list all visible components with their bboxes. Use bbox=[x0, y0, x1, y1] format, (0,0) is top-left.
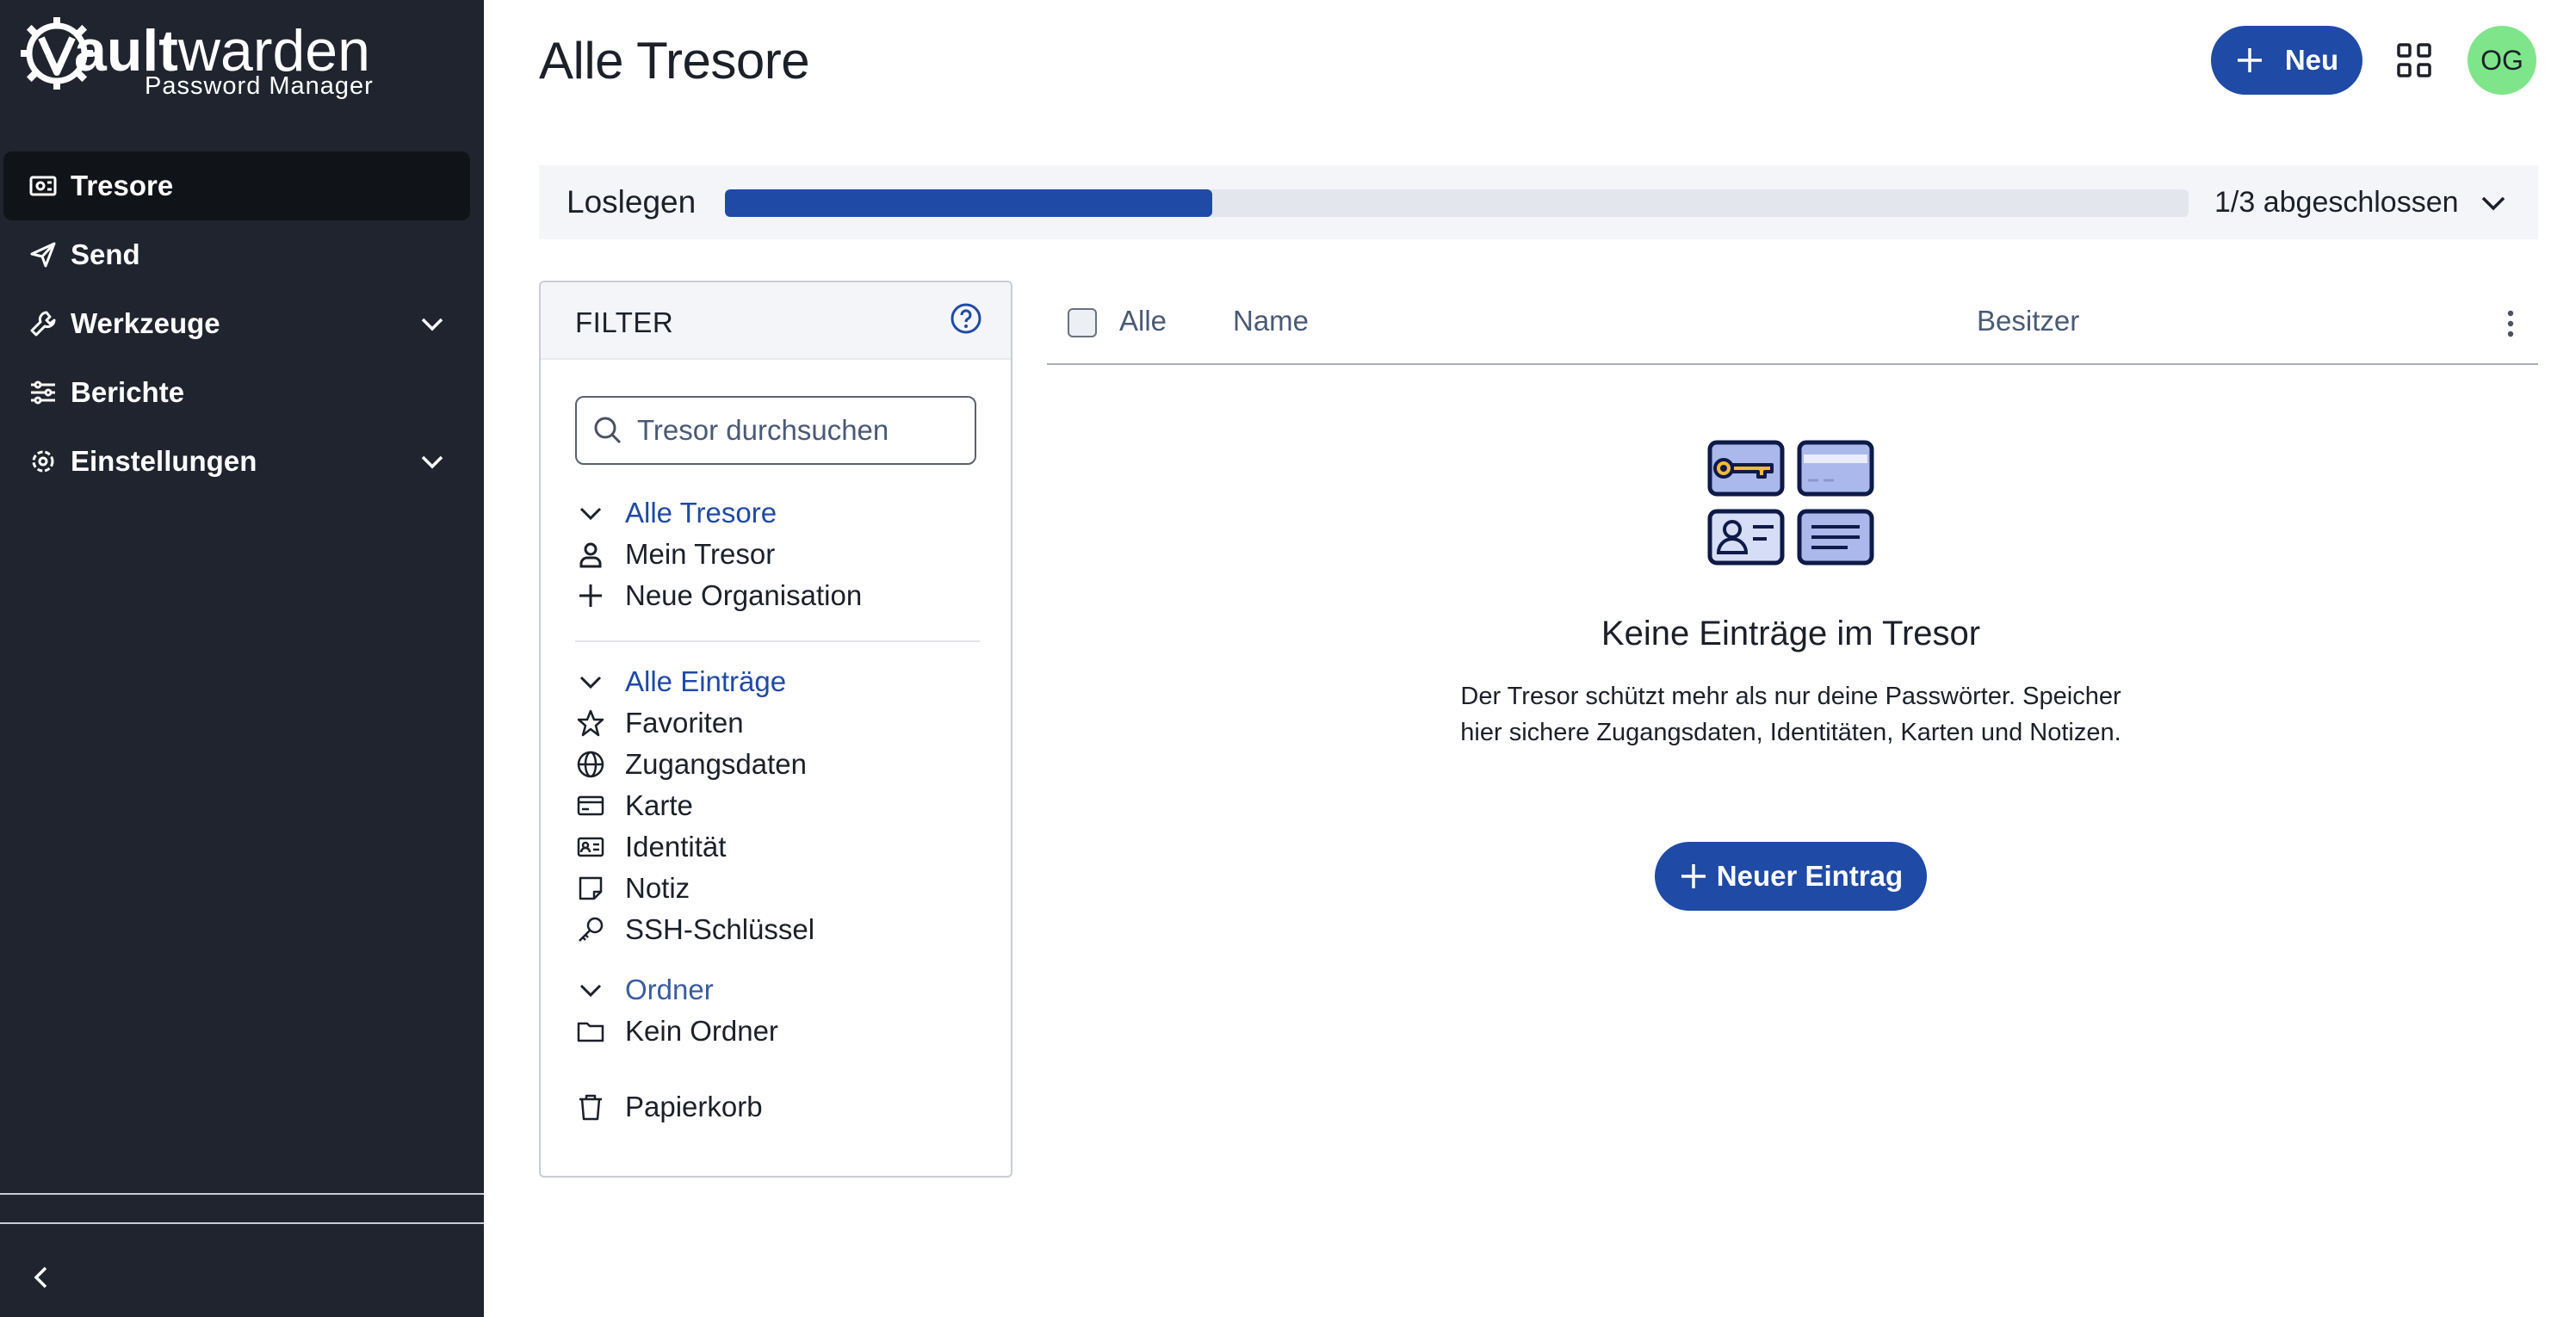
chevron-down-icon[interactable] bbox=[2478, 187, 2509, 218]
plus-icon bbox=[1681, 864, 1706, 888]
filter-item-label: Karte bbox=[625, 789, 693, 821]
collapse-sidebar-button[interactable] bbox=[26, 1262, 57, 1293]
sidebar-divider bbox=[0, 1222, 484, 1224]
filter-group-alle-tresore[interactable]: Alle Tresore bbox=[575, 492, 980, 534]
filter-group-label: Alle Tresore bbox=[625, 497, 777, 529]
getting-started-status: 1/3 abgeschlossen bbox=[2214, 185, 2459, 219]
filter-item-label: Notiz bbox=[625, 872, 690, 904]
filter-title: FILTER bbox=[575, 306, 674, 338]
getting-started-label: Loslegen bbox=[567, 184, 697, 220]
filter-item-ssh-schluessel[interactable]: SSH-Schlüssel bbox=[575, 909, 980, 950]
user-icon bbox=[575, 539, 606, 570]
sidebar-item-label: Berichte bbox=[71, 376, 185, 408]
plus-icon bbox=[2237, 48, 2262, 72]
filter-header: FILTER bbox=[541, 282, 1011, 360]
sliders-icon bbox=[28, 377, 59, 408]
filter-item-mein-tresor[interactable]: Mein Tresor bbox=[575, 534, 980, 575]
sidebar-item-werkzeuge[interactable]: Werkzeuge bbox=[0, 289, 470, 358]
key-icon bbox=[575, 914, 606, 945]
chevron-down-icon[interactable] bbox=[417, 446, 448, 477]
more-options-icon[interactable] bbox=[2493, 306, 2528, 341]
sidebar-item-tresore[interactable]: Tresore bbox=[3, 151, 470, 220]
filter-group-label: Alle Einträge bbox=[625, 665, 787, 697]
filter-item-notiz[interactable]: Notiz bbox=[575, 868, 980, 909]
select-all-checkbox[interactable] bbox=[1068, 308, 1097, 337]
filter-item-kein-ordner[interactable]: Kein Ordner bbox=[575, 1011, 980, 1052]
id-card-icon bbox=[575, 832, 606, 863]
credit-card-icon bbox=[575, 790, 606, 821]
empty-state-title: Keine Einträge im Tresor bbox=[1601, 615, 1981, 652]
globe-icon bbox=[575, 749, 606, 780]
folder-icon bbox=[575, 1016, 606, 1047]
type-filter-list: Alle Einträge Favoriten Zugangsdaten Kar… bbox=[575, 661, 980, 950]
empty-vault-illustration bbox=[1707, 440, 1874, 566]
column-header-name[interactable]: Name bbox=[1233, 305, 1309, 337]
filter-item-identitaet[interactable]: Identität bbox=[575, 826, 980, 868]
filter-divider bbox=[575, 640, 980, 642]
filter-item-label: Neue Organisation bbox=[625, 579, 863, 611]
sidebar-item-label: Werkzeuge bbox=[71, 307, 220, 339]
page-title: Alle Tresore bbox=[539, 32, 810, 90]
filter-item-favoriten[interactable]: Favoriten bbox=[575, 702, 980, 744]
vault-icon bbox=[28, 170, 59, 201]
sidebar-item-berichte[interactable]: Berichte bbox=[0, 358, 470, 427]
vault-filter-list: Alle Tresore Mein Tresor Neue Organisati… bbox=[575, 492, 980, 616]
paper-plane-icon bbox=[28, 239, 59, 270]
filter-item-label: Identität bbox=[625, 831, 727, 863]
filter-item-label: Favoriten bbox=[625, 707, 744, 739]
folder-filter-list: Ordner Kein Ordner bbox=[575, 969, 980, 1052]
new-item-button[interactable]: Neuer Eintrag bbox=[1655, 842, 1927, 911]
trash-filter: Papierkorb bbox=[575, 1086, 980, 1128]
filter-group-alle-eintraege[interactable]: Alle Einträge bbox=[575, 661, 980, 702]
chevron-down-icon bbox=[575, 666, 606, 697]
getting-started-progress-fill bbox=[725, 189, 1213, 217]
trash-icon bbox=[575, 1091, 606, 1122]
filter-panel: FILTER Alle Tresore Mein Tresor Neue Org… bbox=[539, 281, 1012, 1178]
sidebar: aultwarden Password Manager Tresore Send… bbox=[0, 0, 484, 1317]
wrench-icon bbox=[28, 308, 59, 339]
filter-group-ordner[interactable]: Ordner bbox=[575, 969, 980, 1011]
star-icon bbox=[575, 708, 606, 739]
column-header-all[interactable]: Alle bbox=[1119, 305, 1167, 337]
filter-item-label: Zugangsdaten bbox=[625, 748, 808, 780]
help-icon[interactable] bbox=[949, 301, 983, 336]
chevron-down-icon bbox=[575, 498, 606, 529]
filter-group-label: Ordner bbox=[625, 974, 714, 1005]
avatar[interactable]: OG bbox=[2468, 26, 2536, 95]
filter-item-label: Papierkorb bbox=[625, 1091, 763, 1122]
empty-state-description: Der Tresor schützt mehr als nur deine Pa… bbox=[1460, 683, 2121, 746]
vault-table-header: Alle Name Besitzer bbox=[1047, 281, 2538, 365]
filter-item-papierkorb[interactable]: Papierkorb bbox=[575, 1086, 980, 1128]
brand-subtitle: Password Manager bbox=[145, 72, 374, 100]
vaultwarden-logo[interactable]: aultwarden Password Manager bbox=[21, 15, 382, 110]
filter-item-karte[interactable]: Karte bbox=[575, 785, 980, 826]
new-button[interactable]: Neu bbox=[2211, 26, 2362, 95]
sidebar-item-label: Einstellungen bbox=[71, 445, 257, 477]
app-switcher-icon[interactable] bbox=[2395, 41, 2433, 79]
chevron-down-icon bbox=[575, 974, 606, 1005]
getting-started-bar[interactable]: Loslegen 1/3 abgeschlossen bbox=[539, 165, 2538, 239]
filter-item-neue-organisation[interactable]: Neue Organisation bbox=[575, 575, 980, 616]
filter-item-zugangsdaten[interactable]: Zugangsdaten bbox=[575, 744, 980, 785]
filter-item-label: SSH-Schlüssel bbox=[625, 913, 815, 945]
search-field[interactable] bbox=[575, 396, 976, 465]
new-item-button-label: Neuer Eintrag bbox=[1716, 860, 1904, 892]
sidebar-item-einstellungen[interactable]: Einstellungen bbox=[0, 427, 470, 496]
column-header-owner[interactable]: Besitzer bbox=[1977, 305, 2079, 337]
sticky-note-icon bbox=[575, 873, 606, 904]
chevron-down-icon[interactable] bbox=[417, 308, 448, 339]
sidebar-divider bbox=[0, 1193, 484, 1195]
gear-icon bbox=[28, 446, 59, 477]
new-button-label: Neu bbox=[2284, 44, 2339, 76]
filter-item-label: Mein Tresor bbox=[625, 538, 776, 570]
filter-item-label: Kein Ordner bbox=[625, 1015, 778, 1047]
search-input[interactable] bbox=[637, 414, 964, 447]
getting-started-progress bbox=[725, 189, 2189, 217]
sidebar-nav: Tresore Send Werkzeuge Berichte Einstell… bbox=[0, 151, 484, 496]
sidebar-item-label: Tresore bbox=[71, 170, 174, 201]
plus-icon bbox=[575, 580, 606, 611]
sidebar-item-label: Send bbox=[71, 238, 140, 270]
sidebar-item-send[interactable]: Send bbox=[0, 220, 470, 289]
search-icon bbox=[594, 417, 622, 444]
